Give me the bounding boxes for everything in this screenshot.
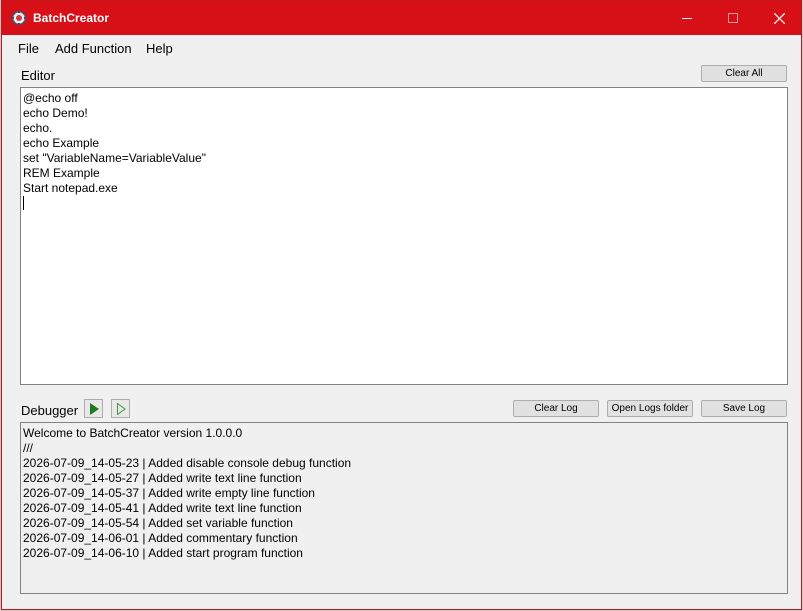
log-line: 2026-07-09_14-05-27 | Added write text l…	[23, 471, 302, 485]
step-run-button[interactable]	[111, 399, 130, 418]
menu-add-function[interactable]: Add Function	[55, 41, 132, 56]
open-logs-folder-button[interactable]: Open Logs folder	[607, 400, 693, 417]
menu-help[interactable]: Help	[146, 41, 173, 56]
log-line: Welcome to BatchCreator version 1.0.0.0	[23, 426, 243, 440]
menu-bar: File Add Function Help	[2, 35, 782, 60]
log-line: 2026-07-09_14-06-10 | Added start progra…	[23, 546, 303, 560]
step-play-icon	[116, 402, 126, 415]
editor-textarea[interactable]: @echo off echo Demo! echo. echo Example …	[20, 87, 788, 385]
log-line: 2026-07-09_14-05-37 | Added write empty …	[23, 486, 315, 500]
debugger-label: Debugger	[21, 403, 79, 418]
log-line: 2026-07-09_14-06-01 | Added commentary f…	[23, 531, 298, 545]
run-button[interactable]	[84, 399, 103, 418]
log-line: 2026-07-09_14-05-23 | Added disable cons…	[23, 456, 352, 470]
menu-file[interactable]: File	[18, 41, 39, 56]
log-line: 2026-07-09_14-05-54 | Added set variable…	[23, 516, 293, 530]
close-icon	[773, 12, 785, 24]
save-log-button[interactable]: Save Log	[701, 400, 787, 417]
clear-log-button[interactable]: Clear Log	[513, 400, 599, 417]
clear-all-button[interactable]: Clear All	[701, 65, 787, 82]
minimize-icon	[682, 18, 692, 19]
minimize-button[interactable]	[664, 1, 710, 35]
log-line: 2026-07-09_14-05-41 | Added write text l…	[23, 501, 302, 515]
title-bar[interactable]: BatchCreator	[2, 1, 801, 35]
editor-content: @echo off echo Demo! echo. echo Example …	[23, 91, 206, 195]
log-lines: Welcome to BatchCreator version 1.0.0.0 …	[23, 426, 351, 561]
debugger-log[interactable]: Welcome to BatchCreator version 1.0.0.0 …	[20, 422, 788, 594]
app-window: BatchCreator File Add Function Help Edit…	[1, 0, 802, 610]
maximize-icon	[728, 13, 738, 23]
editor-label: Editor	[21, 68, 55, 83]
maximize-button[interactable]	[710, 1, 756, 35]
window-title: BatchCreator	[33, 11, 110, 25]
close-button[interactable]	[756, 1, 801, 35]
text-caret	[23, 196, 24, 210]
log-line: ///	[23, 441, 34, 455]
play-icon	[89, 402, 99, 415]
gear-icon	[10, 9, 28, 27]
